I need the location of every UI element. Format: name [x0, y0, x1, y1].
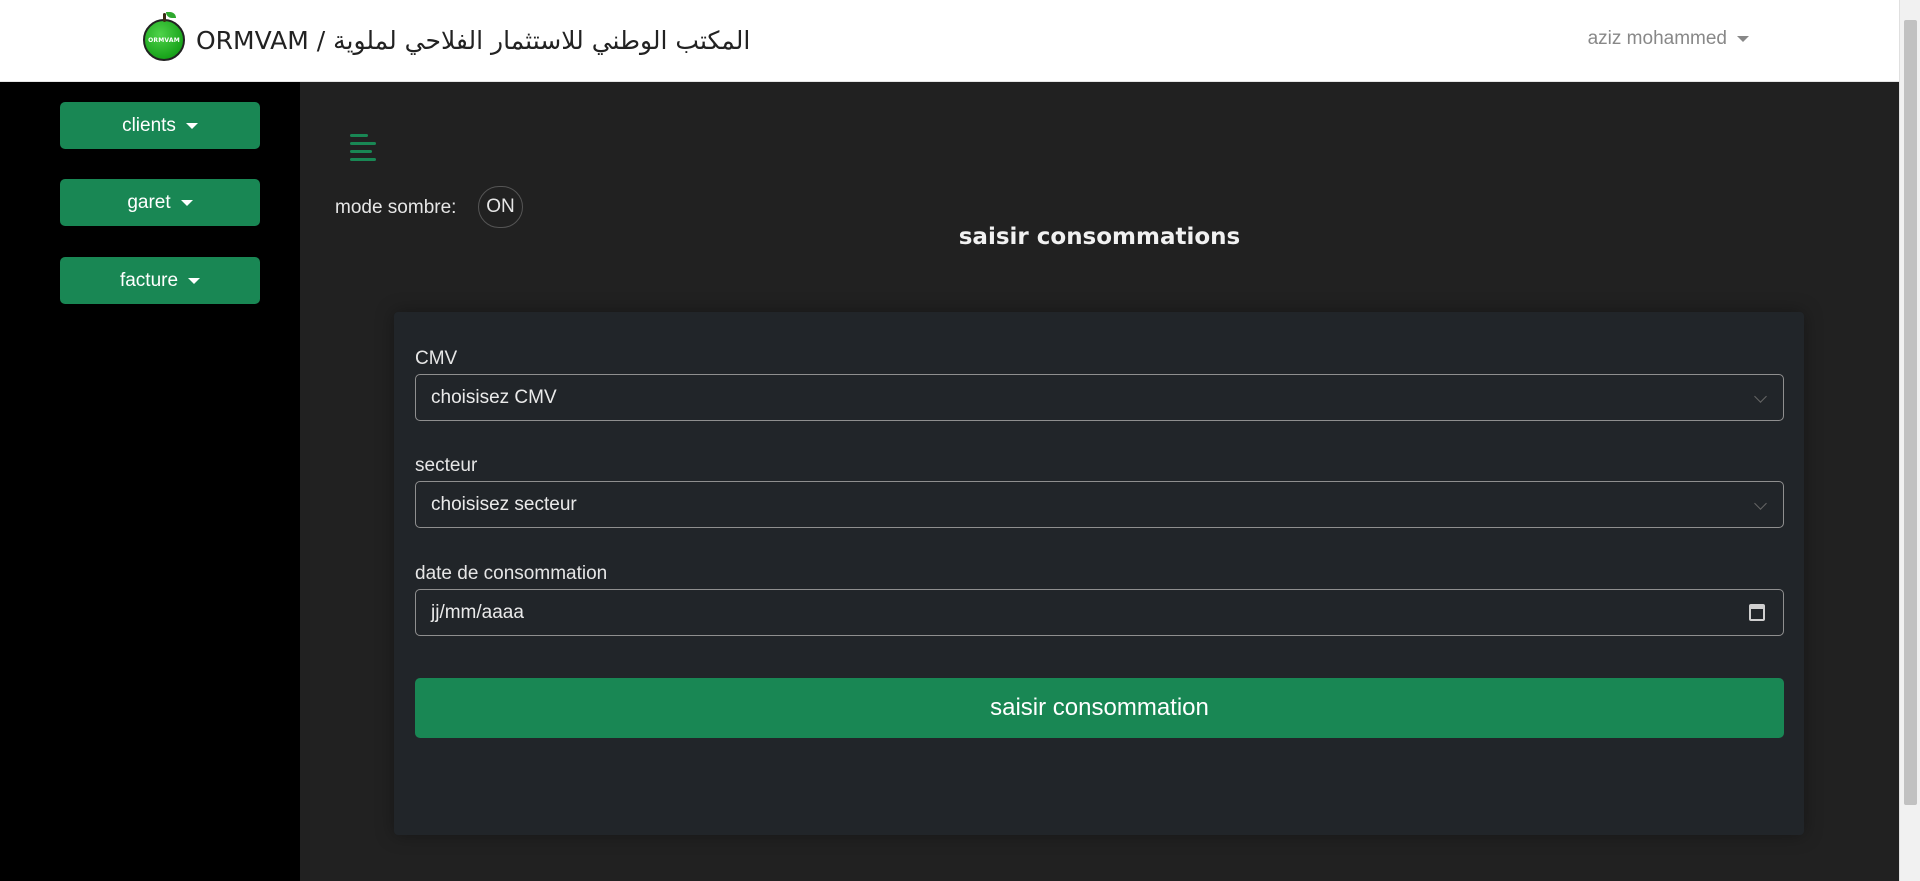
sidebar-item-facture[interactable]: facture [60, 257, 260, 304]
menu-toggle-icon[interactable] [350, 134, 378, 162]
user-name: aziz mohammed [1587, 28, 1727, 49]
main-content: mode sombre: ON saisir consommations CMV… [300, 82, 1899, 881]
cmv-label: CMV [415, 348, 458, 369]
dark-mode-toggle[interactable]: ON [478, 186, 523, 228]
ormvam-logo-icon: ORMVAM [143, 12, 185, 61]
sidebar-item-clients[interactable]: clients [60, 102, 260, 149]
secteur-select-value: choisisez secteur [431, 493, 577, 515]
sidebar-item-garet[interactable]: garet [60, 179, 260, 226]
submit-button[interactable]: saisir consommation [415, 678, 1784, 738]
sidebar-item-label: clients [122, 114, 176, 136]
scrollbar-thumb[interactable] [1904, 20, 1917, 805]
caret-down-icon [188, 277, 201, 284]
secteur-label: secteur [415, 455, 478, 476]
sidebar: clients garet facture [0, 82, 300, 881]
logo-text: ORMVAM [148, 36, 180, 44]
chevron-down-icon [1754, 390, 1767, 403]
caret-down-icon [1737, 36, 1749, 42]
dark-mode-label: mode sombre: [335, 197, 457, 218]
secteur-select[interactable]: choisisez secteur [415, 481, 1784, 528]
date-label: date de consommation [415, 563, 608, 584]
cmv-select-value: choisisez CMV [431, 386, 557, 408]
top-navbar: ORMVAM ORMVAM / المكتب الوطني للاستثمار … [0, 0, 1899, 82]
caret-down-icon [180, 199, 193, 206]
brand-title: ORMVAM / المكتب الوطني للاستثمار الفلاحي… [196, 25, 751, 55]
cmv-select[interactable]: choisisez CMV [415, 374, 1784, 421]
user-menu-dropdown[interactable]: aziz mohammed [1588, 28, 1749, 50]
brand[interactable]: ORMVAM ORMVAM / المكتب الوطني للاستثمار … [143, 12, 751, 66]
consumption-form: CMV choisisez CMV secteur choisisez sect… [394, 312, 1804, 835]
date-input[interactable]: jj/mm/aaaa [415, 589, 1784, 636]
calendar-icon[interactable] [1749, 604, 1765, 621]
page-scrollbar[interactable] [1899, 0, 1920, 881]
date-placeholder: jj/mm/aaaa [431, 601, 524, 623]
sidebar-item-label: garet [127, 191, 171, 213]
sidebar-item-label: facture [119, 269, 179, 291]
chevron-down-icon [1754, 497, 1767, 510]
caret-down-icon [185, 122, 198, 129]
page-title: saisir consommations [958, 224, 1241, 250]
